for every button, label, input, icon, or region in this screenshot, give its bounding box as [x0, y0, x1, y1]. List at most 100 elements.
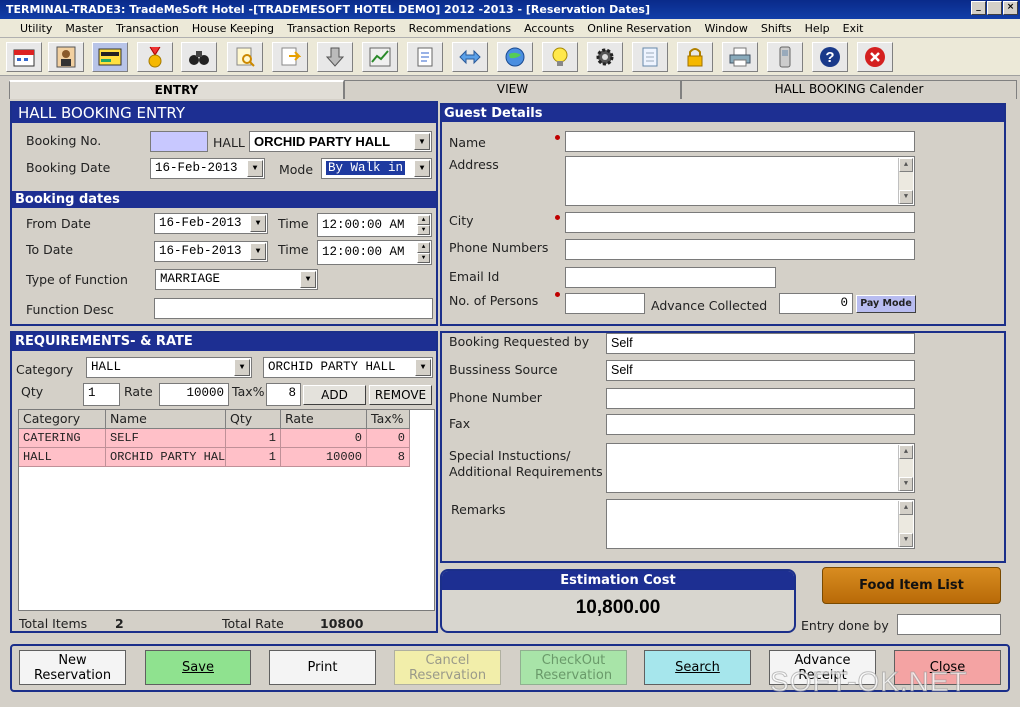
globe-icon[interactable]	[497, 42, 533, 72]
table-cell-tax[interactable]: 0	[367, 429, 410, 448]
lightbulb-icon[interactable]	[542, 42, 578, 72]
qty-input[interactable]: 1	[83, 383, 120, 406]
export-doc-icon[interactable]	[272, 42, 308, 72]
tax-input[interactable]: 8	[266, 383, 301, 406]
column-header-category[interactable]: Category	[19, 410, 106, 429]
close-window-button[interactable]: ×	[1003, 1, 1018, 15]
add-button[interactable]: ADD	[303, 385, 366, 405]
column-header-rate[interactable]: Rate	[281, 410, 367, 429]
menu-accounts[interactable]: Accounts	[524, 22, 574, 35]
advance-collected-input[interactable]: 0	[779, 293, 853, 314]
search-doc-icon[interactable]	[227, 42, 263, 72]
special-instructions-textarea[interactable]: ▲ ▼	[606, 443, 915, 493]
notepad-icon[interactable]	[632, 42, 668, 72]
rate-input[interactable]: 10000	[159, 383, 229, 406]
guest-address-textarea[interactable]: ▲ ▼	[565, 156, 915, 206]
table-cell-qty[interactable]: 1	[226, 429, 281, 448]
search-button[interactable]: Search	[644, 650, 751, 685]
chevron-down-icon[interactable]: ▼	[414, 160, 430, 177]
business-source-input[interactable]: Self	[606, 360, 915, 381]
from-date-picker[interactable]: 16-Feb-2013 ▼	[154, 213, 268, 234]
menu-recommendations[interactable]: Recommendations	[409, 22, 511, 35]
column-header-name[interactable]: Name	[106, 410, 226, 429]
menu-exit[interactable]: Exit	[843, 22, 864, 35]
table-cell-qty[interactable]: 1	[226, 448, 281, 467]
menu-online-reservation[interactable]: Online Reservation	[587, 22, 691, 35]
medal-icon[interactable]	[137, 42, 173, 72]
tab-entry[interactable]: ENTRY	[9, 80, 344, 99]
calendar-icon[interactable]	[6, 42, 42, 72]
card-icon[interactable]	[92, 42, 128, 72]
guest-email-input[interactable]	[565, 267, 776, 288]
booking-date-picker[interactable]: 16-Feb-2013 ▼	[150, 158, 265, 179]
tab-hall-booking-calender[interactable]: HALL BOOKING Calender	[681, 80, 1017, 99]
booking-no-input[interactable]	[150, 131, 208, 152]
chevron-down-icon[interactable]: ▼	[415, 359, 431, 376]
chevron-down-icon[interactable]: ▼	[247, 160, 263, 177]
chevron-down-icon[interactable]: ▼	[234, 359, 250, 376]
checkout-reservation-button[interactable]: CheckOut Reservation	[520, 650, 627, 685]
menu-shifts[interactable]: Shifts	[761, 22, 792, 35]
table-cell-category[interactable]: CATERING	[19, 429, 106, 448]
table-cell-rate[interactable]: 0	[281, 429, 367, 448]
printer-icon[interactable]	[722, 42, 758, 72]
menu-utility[interactable]: Utility	[20, 22, 52, 35]
document-icon[interactable]	[407, 42, 443, 72]
function-desc-input[interactable]	[154, 298, 433, 319]
function-type-select[interactable]: MARRIAGE ▼	[155, 269, 318, 290]
help-icon[interactable]: ?	[812, 42, 848, 72]
menu-transaction[interactable]: Transaction	[116, 22, 179, 35]
category-select[interactable]: HALL ▼	[86, 357, 252, 378]
to-date-picker[interactable]: 16-Feb-2013 ▼	[154, 241, 268, 262]
minimize-button[interactable]: _	[971, 1, 986, 15]
transfer-icon[interactable]	[452, 42, 488, 72]
chevron-down-icon[interactable]: ▼	[414, 133, 430, 150]
chevron-down-icon[interactable]: ▼	[250, 243, 266, 260]
column-header-qty[interactable]: Qty	[226, 410, 281, 429]
item-select[interactable]: ORCHID PARTY HALL ▼	[263, 357, 433, 378]
download-arrow-icon[interactable]	[317, 42, 353, 72]
table-cell-name[interactable]: SELF	[106, 429, 226, 448]
table-cell-tax[interactable]: 8	[367, 448, 410, 467]
chevron-down-icon[interactable]: ▼	[300, 271, 316, 288]
remarks-scrollbar[interactable]: ▲ ▼	[898, 501, 913, 547]
binoculars-icon[interactable]	[181, 42, 217, 72]
food-item-list-button[interactable]: Food Item List	[822, 567, 1001, 604]
phone-icon[interactable]	[767, 42, 803, 72]
table-cell-rate[interactable]: 10000	[281, 448, 367, 467]
save-button[interactable]: Save	[145, 650, 251, 685]
remove-button[interactable]: REMOVE	[369, 385, 432, 405]
menu-house-keeping[interactable]: House Keeping	[192, 22, 274, 35]
address-scrollbar[interactable]: ▲ ▼	[898, 158, 913, 204]
to-time-input[interactable]: 12:00:00 AM ▲ ▼	[317, 240, 432, 265]
hall-select[interactable]: ORCHID PARTY HALL ▼	[249, 131, 432, 152]
guest-phone-input[interactable]	[565, 239, 915, 260]
person-icon[interactable]	[48, 42, 84, 72]
maximize-button[interactable]	[987, 1, 1002, 15]
menu-help[interactable]: Help	[805, 22, 830, 35]
cancel-reservation-button[interactable]: Cancel Reservation	[394, 650, 501, 685]
chart-icon[interactable]	[362, 42, 398, 72]
menu-window[interactable]: Window	[704, 22, 747, 35]
from-time-input[interactable]: 12:00:00 AM ▲ ▼	[317, 213, 432, 237]
entry-done-by-input[interactable]	[897, 614, 1001, 635]
requested-by-input[interactable]: Self	[606, 333, 915, 354]
table-cell-category[interactable]: HALL	[19, 448, 106, 467]
mode-select[interactable]: By Walk in ▼	[321, 158, 432, 179]
to-time-spinner[interactable]: ▲ ▼	[417, 242, 430, 263]
new-reservation-button[interactable]: New Reservation	[19, 650, 126, 685]
pay-mode-button[interactable]: Pay Mode	[856, 295, 916, 313]
column-header-tax[interactable]: Tax%	[367, 410, 410, 429]
fax-input[interactable]	[606, 414, 915, 435]
chevron-down-icon[interactable]: ▼	[250, 215, 266, 232]
close-icon[interactable]	[857, 42, 893, 72]
table-cell-name[interactable]: ORCHID PARTY HALL	[106, 448, 226, 467]
phone-number-input[interactable]	[606, 388, 915, 409]
gear-icon[interactable]	[587, 42, 623, 72]
from-time-spinner[interactable]: ▲ ▼	[417, 215, 430, 235]
guest-name-input[interactable]	[565, 131, 915, 152]
lock-icon[interactable]	[677, 42, 713, 72]
no-of-persons-input[interactable]	[565, 293, 645, 314]
print-button[interactable]: Print	[269, 650, 376, 685]
special-instructions-scrollbar[interactable]: ▲ ▼	[898, 445, 913, 491]
